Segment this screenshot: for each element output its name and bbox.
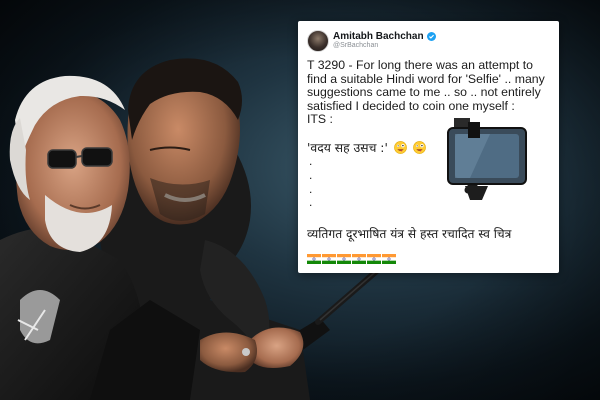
name-row: Amitabh Bachchan [333, 31, 436, 42]
tweet-line: suggestions came to me .. so .. not enti… [307, 85, 541, 100]
india-flag-icon [337, 254, 351, 264]
avatar[interactable] [307, 30, 329, 52]
india-flag-icon [307, 254, 321, 264]
dot-lines: . . . . [309, 154, 313, 210]
news-graphic: Amitabh Bachchan @SrBachchan T 3290 - Fo… [0, 0, 600, 400]
dot: . [309, 195, 313, 210]
tweet-line: T 3290 - For long there was an attempt t… [307, 58, 534, 72]
dot: . [309, 181, 313, 196]
hindi-acronym-line: 'वदय सह उसच :' [307, 139, 426, 156]
crazy-face-emoji-icon [393, 141, 407, 154]
dot: . [309, 154, 313, 168]
hindi-full-form: व्यतिगत दूरभाषित यंत्र से हस्त रचादित स्… [307, 227, 512, 241]
india-flag-icon [382, 254, 396, 264]
dot: . [309, 167, 313, 182]
tweet-body: T 3290 - For long there was an attempt t… [307, 58, 552, 127]
tweet-line: find a suitable Hindi word for 'Selfie' … [307, 71, 545, 86]
india-flag-icon [367, 254, 381, 264]
user-handle[interactable]: @SrBachchan [333, 42, 378, 49]
crazy-face-emoji-icon [412, 141, 426, 154]
hindi-acronym: 'वदय सह उसच :' [307, 141, 388, 155]
verified-badge-icon [426, 32, 436, 41]
india-flag-icon [322, 254, 336, 264]
tweet-line: satisfied I decided to coin one myself : [307, 98, 515, 113]
flag-row [307, 254, 396, 264]
display-name[interactable]: Amitabh Bachchan [333, 31, 424, 42]
tweet-header: Amitabh Bachchan @SrBachchan [307, 30, 547, 52]
tweet-card: Amitabh Bachchan @SrBachchan T 3290 - Fo… [298, 21, 559, 273]
india-flag-icon [352, 254, 366, 264]
tweet-line: ITS : [307, 112, 333, 127]
